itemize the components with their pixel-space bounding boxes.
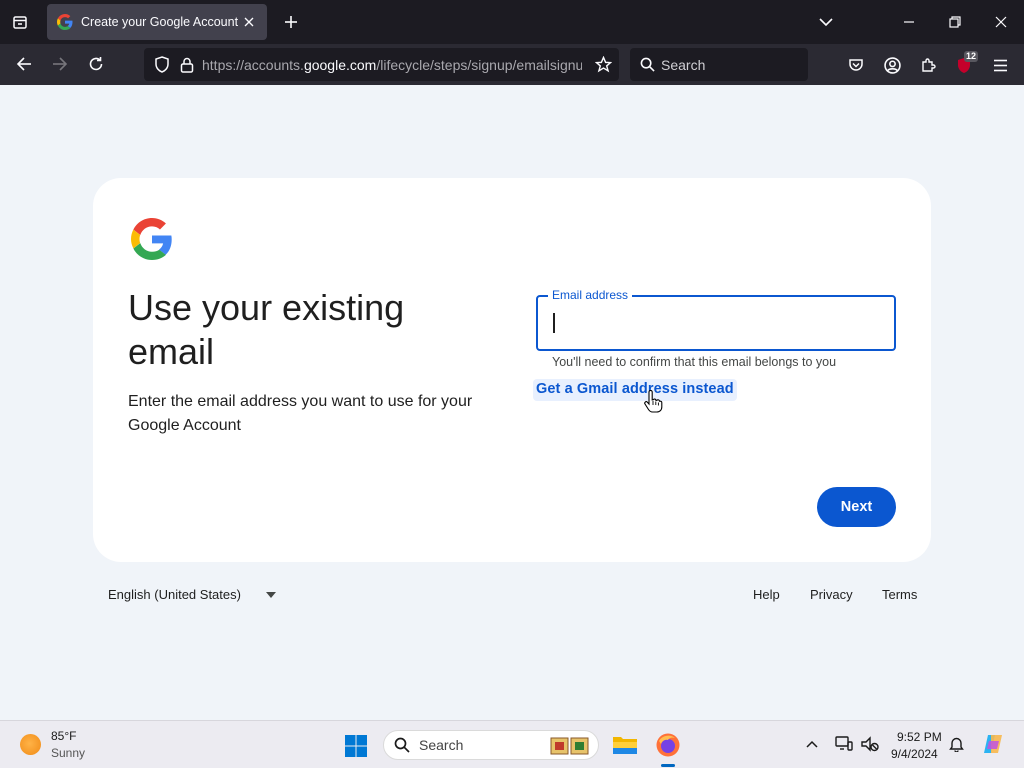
- pocket-icon[interactable]: [842, 51, 870, 79]
- close-tab-icon[interactable]: [241, 14, 257, 30]
- clock-time[interactable]: 9:52 PM: [897, 730, 942, 744]
- tab-list-icon[interactable]: [6, 9, 34, 35]
- active-app-indicator: [661, 764, 675, 767]
- extensions-icon[interactable]: [914, 51, 942, 79]
- restore-icon[interactable]: [941, 8, 969, 36]
- new-tab-icon[interactable]: [278, 9, 304, 35]
- windows-taskbar: 85°F Sunny Search 9:52 PM 9/4/2024: [0, 720, 1024, 768]
- display-icon[interactable]: [833, 733, 855, 755]
- browser-nav-bar: https://accounts.google.com/lifecycle/st…: [0, 44, 1024, 85]
- taskbar-search-placeholder: Search: [419, 737, 464, 753]
- browser-tab-bar: Create your Google Account: [0, 0, 1024, 44]
- search-icon: [393, 736, 411, 754]
- email-input[interactable]: [552, 311, 882, 335]
- help-link[interactable]: Help: [753, 587, 780, 602]
- reload-icon[interactable]: [82, 50, 110, 78]
- close-window-icon[interactable]: [987, 8, 1015, 36]
- text-caret: [553, 313, 555, 333]
- email-field[interactable]: Email address: [536, 287, 896, 351]
- terms-link[interactable]: Terms: [882, 587, 917, 602]
- ublock-extension-icon[interactable]: 12: [950, 51, 979, 79]
- list-all-tabs-icon[interactable]: [813, 9, 839, 35]
- get-gmail-address-link[interactable]: Get a Gmail address instead: [533, 379, 737, 401]
- menu-icon[interactable]: [986, 51, 1014, 79]
- language-label: English (United States): [108, 587, 241, 602]
- address-bar[interactable]: https://accounts.google.com/lifecycle/st…: [144, 48, 619, 81]
- tracking-shield-icon[interactable]: [152, 55, 172, 75]
- email-field-label: Email address: [548, 287, 633, 303]
- page-footer: English (United States) Help Privacy Ter…: [93, 584, 931, 608]
- sun-weather-icon[interactable]: [20, 734, 41, 755]
- taskbar-search-box[interactable]: Search: [383, 730, 599, 760]
- forward-icon[interactable]: [46, 50, 74, 78]
- search-icon: [638, 56, 656, 74]
- google-favicon-icon: [57, 14, 73, 30]
- tab-title: Create your Google Account: [81, 15, 239, 29]
- copilot-icon[interactable]: [980, 731, 1006, 757]
- google-logo-icon: [131, 218, 172, 260]
- extension-badge: 12: [964, 51, 979, 62]
- page-description: Enter the email address you want to use …: [128, 393, 473, 434]
- language-selector[interactable]: English (United States): [108, 587, 276, 602]
- email-helper-text: You'll need to confirm that this email b…: [552, 355, 837, 369]
- show-hidden-icons-chevron-icon[interactable]: [801, 733, 823, 755]
- search-placeholder: Search: [661, 56, 706, 73]
- caret-down-icon: [266, 592, 276, 598]
- account-icon[interactable]: [878, 51, 906, 79]
- file-explorer-icon[interactable]: [610, 730, 640, 760]
- clock-date[interactable]: 9/4/2024: [891, 747, 938, 761]
- firefox-icon[interactable]: [653, 730, 683, 760]
- weather-temperature[interactable]: 85°F: [51, 729, 76, 743]
- back-icon[interactable]: [10, 50, 38, 78]
- weather-condition[interactable]: Sunny: [51, 746, 85, 760]
- signup-card: Use your existing email Enter the email …: [93, 178, 931, 562]
- network-volume-icon[interactable]: [859, 733, 881, 755]
- browser-search-box[interactable]: Search: [630, 48, 808, 81]
- privacy-link[interactable]: Privacy: [810, 587, 853, 602]
- page-title: Use your existing email: [128, 287, 405, 372]
- search-highlight-art-icon: [550, 737, 589, 755]
- url-text: https://accounts.google.com/lifecycle/st…: [202, 56, 582, 73]
- hand-cursor-icon: [644, 390, 663, 413]
- notification-bell-icon[interactable]: [945, 733, 967, 755]
- windows-start-icon[interactable]: [344, 734, 368, 758]
- bookmark-star-icon[interactable]: [593, 54, 613, 74]
- lock-icon[interactable]: [177, 55, 197, 75]
- minimize-icon[interactable]: [895, 8, 923, 36]
- next-button[interactable]: Next: [817, 487, 896, 527]
- active-tab[interactable]: Create your Google Account: [47, 4, 267, 40]
